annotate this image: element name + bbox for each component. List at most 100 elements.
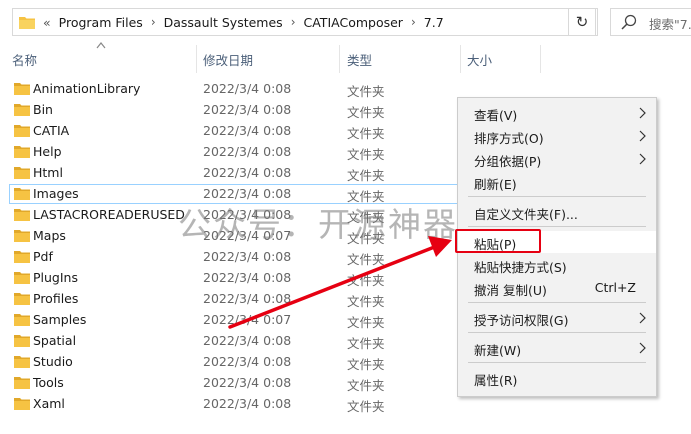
menu-item-shortcut: Ctrl+Z <box>594 280 636 295</box>
menu-item-label: 新建(W) <box>474 343 522 358</box>
file-date: 2022/3/4 0:08 <box>203 375 292 390</box>
menu-item-paste-shortcut[interactable]: 粘贴快捷方式(S) <box>458 254 656 276</box>
column-divider[interactable] <box>540 45 541 73</box>
menu-item-label: 分组依据(P) <box>474 154 542 169</box>
file-date: 2022/3/4 0:08 <box>203 270 292 285</box>
menu-item-undo-copy[interactable]: 撤消 复制(U) Ctrl+Z <box>458 277 656 299</box>
overflow-crumbs-button[interactable]: « <box>43 15 51 30</box>
column-divider[interactable] <box>339 45 340 73</box>
file-name: Images <box>33 186 79 201</box>
search-placeholder: 搜索"7.7" <box>649 17 691 32</box>
chevron-right-icon[interactable]: › <box>151 15 156 29</box>
column-header-name[interactable]: 名称 <box>12 50 37 70</box>
chevron-right-icon[interactable]: › <box>411 15 416 29</box>
menu-item-customize-folder[interactable]: 自定义文件夹(F)... <box>458 201 656 223</box>
file-date: 2022/3/4 0:08 <box>203 144 292 159</box>
folder-icon <box>14 146 30 158</box>
file-name: Pdf <box>33 249 53 264</box>
folder-icon <box>14 230 30 242</box>
menu-item-refresh[interactable]: 刷新(E) <box>458 171 656 193</box>
file-name: Studio <box>33 354 73 369</box>
chevron-right-icon <box>639 312 646 324</box>
file-type: 文件夹 <box>347 294 385 309</box>
file-type: 文件夹 <box>347 168 385 183</box>
column-header-type[interactable]: 类型 <box>347 50 372 70</box>
folder-icon <box>14 125 30 137</box>
file-date: 2022/3/4 0:08 <box>203 249 292 264</box>
column-divider[interactable] <box>196 45 197 73</box>
folder-icon <box>14 272 30 284</box>
menu-item-label: 授予访问权限(G) <box>474 313 569 328</box>
chevron-right-icon <box>639 153 646 165</box>
file-type: 文件夹 <box>347 252 385 267</box>
file-name: Profiles <box>33 291 79 306</box>
file-type: 文件夹 <box>347 147 385 162</box>
breadcrumb-7-7[interactable]: 7.7 <box>424 15 444 30</box>
refresh-button[interactable]: ↻ <box>568 8 596 36</box>
file-date: 2022/3/4 0:08 <box>203 291 292 306</box>
file-type: 文件夹 <box>347 84 385 99</box>
menu-item-properties[interactable]: 属性(R) <box>458 367 656 389</box>
folder-icon <box>14 335 30 347</box>
address-bar[interactable]: « Program Files › Dassault Systemes › CA… <box>12 8 598 36</box>
folder-icon <box>14 104 30 116</box>
breadcrumb-catiacomposer[interactable]: CATIAComposer <box>304 15 403 30</box>
file-name: PlugIns <box>33 270 78 285</box>
file-name: Spatial <box>33 333 77 348</box>
menu-item-new[interactable]: 新建(W) <box>458 337 656 359</box>
file-type: 文件夹 <box>347 357 385 372</box>
menu-separator <box>468 226 646 227</box>
menu-item-view[interactable]: 查看(V) <box>458 102 656 124</box>
column-header-size[interactable]: 大小 <box>467 50 492 70</box>
menu-separator <box>468 302 646 303</box>
chevron-right-icon <box>639 130 646 142</box>
watermark: 公众号：开源神器 <box>178 205 458 244</box>
column-header-date[interactable]: 修改日期 <box>203 50 253 70</box>
file-name: Xaml <box>33 396 65 411</box>
menu-separator <box>468 196 646 197</box>
file-date: 2022/3/4 0:08 <box>203 354 292 369</box>
folder-icon <box>14 398 30 410</box>
file-name: LASTACROREADERUSED <box>33 207 185 222</box>
file-name: CATIA <box>33 123 70 138</box>
breadcrumb-dassault-systemes[interactable]: Dassault Systemes <box>164 15 283 30</box>
file-row[interactable]: Xaml 2022/3/4 0:08 文件夹 <box>0 394 691 415</box>
file-type: 文件夹 <box>347 126 385 141</box>
column-divider[interactable] <box>460 45 461 73</box>
paste-highlight-box <box>455 229 541 253</box>
folder-icon <box>19 17 35 29</box>
menu-separator <box>468 362 646 363</box>
menu-item-grant-access[interactable]: 授予访问权限(G) <box>458 307 656 329</box>
search-input[interactable]: 搜索"7.7" <box>610 8 691 36</box>
refresh-icon: ↻ <box>575 13 589 31</box>
menu-separator <box>468 332 646 333</box>
folder-icon <box>14 251 30 263</box>
menu-item-label: 属性(R) <box>474 373 518 388</box>
file-date: 2022/3/4 0:08 <box>203 396 292 411</box>
file-date: 2022/3/4 0:07 <box>203 312 292 327</box>
breadcrumb: « Program Files › Dassault Systemes › CA… <box>43 9 444 35</box>
menu-item-label: 查看(V) <box>474 108 518 123</box>
menu-item-group[interactable]: 分组依据(P) <box>458 148 656 170</box>
menu-item-label: 粘贴快捷方式(S) <box>474 260 567 275</box>
menu-item-label: 刷新(E) <box>474 177 517 192</box>
folder-icon <box>14 83 30 95</box>
file-name: Help <box>33 144 62 159</box>
menu-item-label: 撤消 复制(U) <box>474 283 547 298</box>
chevron-right-icon[interactable]: › <box>291 15 296 29</box>
folder-icon <box>14 209 30 221</box>
menu-item-label: 排序方式(O) <box>474 131 544 146</box>
file-type: 文件夹 <box>347 315 385 330</box>
menu-item-sort[interactable]: 排序方式(O) <box>458 125 656 147</box>
file-name: Maps <box>33 228 66 243</box>
folder-icon <box>14 188 30 200</box>
breadcrumb-program-files[interactable]: Program Files <box>59 15 143 30</box>
file-name: Bin <box>33 102 53 117</box>
file-date: 2022/3/4 0:08 <box>203 81 292 96</box>
folder-icon <box>14 167 30 179</box>
folder-icon <box>14 293 30 305</box>
file-name: Html <box>33 165 63 180</box>
sort-ascending-icon <box>96 42 106 49</box>
folder-icon <box>14 356 30 368</box>
folder-icon <box>14 377 30 389</box>
